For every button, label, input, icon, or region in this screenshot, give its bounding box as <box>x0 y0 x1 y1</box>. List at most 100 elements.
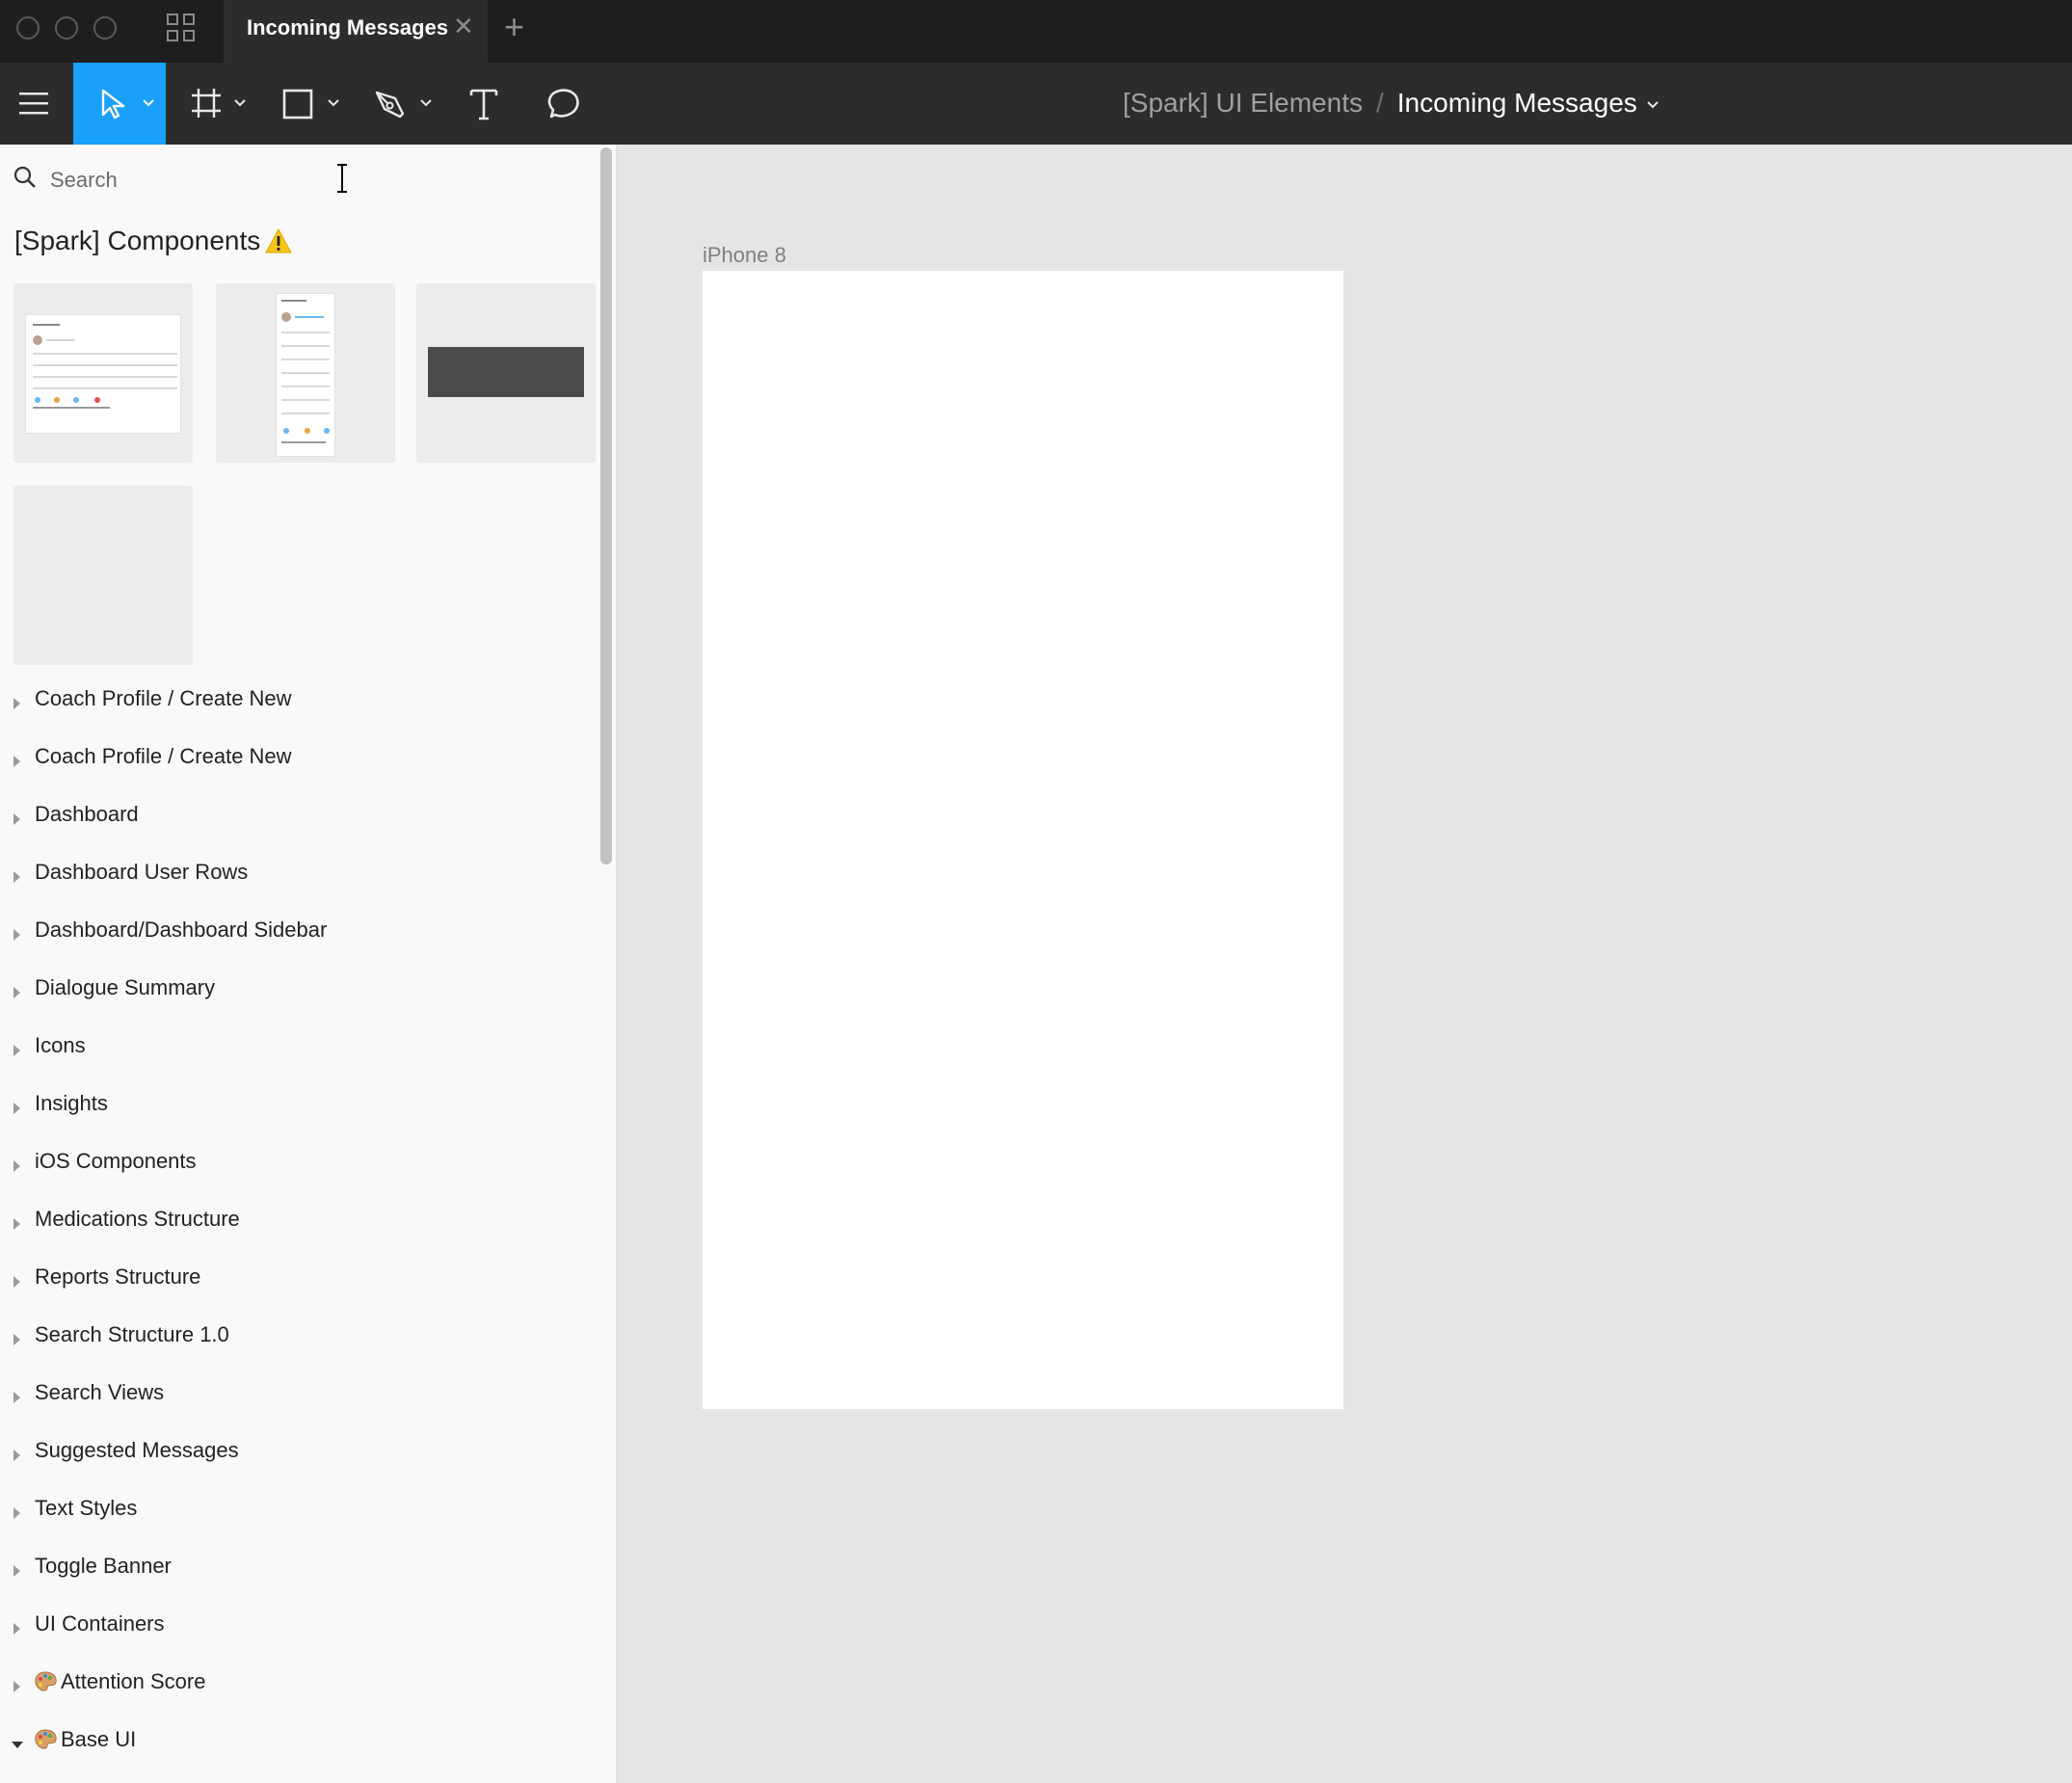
list-item-label: Insights <box>35 1091 108 1115</box>
list-item[interactable]: Coach Profile / Create New <box>0 742 598 800</box>
file-tab-label: Incoming Messages <box>247 15 449 40</box>
caret-right-icon[interactable] <box>13 871 20 883</box>
breadcrumb-file-name[interactable]: [Spark] UI Elements <box>1123 88 1363 118</box>
frame-icon <box>192 89 221 118</box>
caret-right-icon[interactable] <box>13 1507 20 1519</box>
minimize-window-button[interactable] <box>55 16 78 40</box>
main-menu-button[interactable] <box>0 63 67 145</box>
component-thumbnail[interactable] <box>416 283 596 463</box>
caret-right-icon[interactable] <box>13 1623 20 1635</box>
component-thumbnail[interactable] <box>13 486 193 665</box>
caret-right-icon[interactable] <box>13 1334 20 1345</box>
list-item-label: Medications Structure <box>35 1207 240 1231</box>
caret-right-icon[interactable] <box>13 1681 20 1692</box>
palette-icon <box>35 1729 57 1749</box>
close-window-button[interactable] <box>16 16 40 40</box>
list-item-label: Dashboard User Rows <box>35 860 249 884</box>
list-item-label: Search Structure 1.0 <box>35 1322 229 1346</box>
caret-right-icon[interactable] <box>13 813 20 825</box>
list-item-label: Icons <box>35 1033 86 1057</box>
caret-right-icon[interactable] <box>13 1218 20 1230</box>
list-item[interactable]: Text Styles <box>0 1494 598 1552</box>
list-item[interactable]: Attention Score <box>0 1667 598 1725</box>
chevron-down-icon <box>420 99 432 107</box>
caret-right-icon[interactable] <box>13 1276 20 1288</box>
warning-icon[interactable] <box>264 227 293 254</box>
toolbar: [Spark] UI Elements / Incoming Messages <box>0 63 2072 145</box>
list-item[interactable]: Dialogue Summary <box>0 973 598 1031</box>
list-item-label: Dashboard/Dashboard Sidebar <box>35 918 328 942</box>
list-item-label: iOS Components <box>35 1149 197 1173</box>
comment-icon <box>547 89 579 119</box>
comment-tool-button[interactable] <box>542 63 592 145</box>
text-tool-button[interactable] <box>466 63 517 145</box>
caret-right-icon[interactable] <box>13 1565 20 1577</box>
chevron-down-icon <box>143 99 154 107</box>
new-tab-button[interactable]: + <box>504 8 524 46</box>
list-item-label: Base UI <box>61 1727 137 1751</box>
list-item[interactable]: Suggested Messages <box>0 1436 598 1494</box>
maximize-window-button[interactable] <box>93 16 117 40</box>
cursor-arrow-icon <box>101 89 125 120</box>
list-item-label: Dialogue Summary <box>35 975 216 999</box>
list-item[interactable]: Dashboard <box>0 800 598 858</box>
list-item[interactable]: Icons <box>0 1031 598 1089</box>
chevron-down-icon <box>234 99 246 107</box>
frame-label[interactable]: iPhone 8 <box>703 243 786 268</box>
breadcrumb: [Spark] UI Elements / Incoming Messages <box>1123 88 1659 119</box>
list-item-label: Search Views <box>35 1380 165 1404</box>
list-item[interactable]: Coach Profile / Create New <box>0 684 598 742</box>
close-tab-icon[interactable]: ✕ <box>453 12 474 40</box>
caret-right-icon[interactable] <box>13 756 20 767</box>
list-item[interactable]: Medications Structure <box>0 1205 598 1263</box>
text-tool-icon <box>469 89 498 120</box>
frame-tool-button[interactable] <box>183 63 251 145</box>
list-item[interactable]: Search Views <box>0 1378 598 1436</box>
list-item[interactable]: Search Structure 1.0 <box>0 1320 598 1378</box>
rectangle-tool-button[interactable] <box>278 63 345 145</box>
caret-down-icon[interactable] <box>12 1742 23 1748</box>
library-title[interactable]: [Spark] Components <box>14 226 260 256</box>
caret-right-icon[interactable] <box>13 1160 20 1172</box>
caret-right-icon[interactable] <box>13 1103 20 1114</box>
file-tab-incoming-messages[interactable]: Incoming Messages ✕ <box>224 0 488 63</box>
list-item[interactable]: Toggle Banner <box>0 1552 598 1610</box>
list-item[interactable]: Insights <box>0 1089 598 1147</box>
list-item-label: Attention Score <box>61 1669 206 1693</box>
list-item-label: Suggested Messages <box>35 1438 239 1462</box>
list-item[interactable]: Reports Structure <box>0 1263 598 1320</box>
search-icon <box>13 166 36 188</box>
caret-right-icon[interactable] <box>13 1450 20 1461</box>
list-item-label: Dashboard <box>35 802 139 826</box>
list-item-label: UI Containers <box>35 1611 165 1636</box>
list-item[interactable]: Base UI <box>0 1725 598 1783</box>
list-item-label: Text Styles <box>35 1496 138 1520</box>
rectangle-icon <box>282 89 313 120</box>
text-cursor-icon <box>337 164 347 193</box>
list-item-label: Reports Structure <box>35 1264 201 1289</box>
component-thumbnail[interactable] <box>216 283 395 463</box>
list-item[interactable]: UI Containers <box>0 1610 598 1667</box>
caret-right-icon[interactable] <box>13 1392 20 1403</box>
file-browser-grid-icon[interactable] <box>167 13 196 42</box>
canvas[interactable]: iPhone 8 <box>618 145 2072 1783</box>
menu-icon <box>19 93 48 115</box>
caret-right-icon[interactable] <box>13 987 20 998</box>
component-thumbnail[interactable] <box>13 283 193 463</box>
move-tool-button[interactable] <box>73 63 166 145</box>
panel-scrollbar[interactable] <box>600 147 612 865</box>
caret-right-icon[interactable] <box>13 1045 20 1056</box>
chevron-down-icon <box>328 99 339 107</box>
pen-icon <box>375 91 405 119</box>
pen-tool-button[interactable] <box>372 63 439 145</box>
search-input[interactable] <box>50 164 532 197</box>
iphone-frame[interactable] <box>703 271 1343 1409</box>
list-item-label: Toggle Banner <box>35 1554 172 1578</box>
list-item[interactable]: iOS Components <box>0 1147 598 1205</box>
list-item[interactable]: Dashboard/Dashboard Sidebar <box>0 916 598 973</box>
caret-right-icon[interactable] <box>13 929 20 941</box>
chevron-down-icon[interactable] <box>1647 100 1659 109</box>
breadcrumb-page-name[interactable]: Incoming Messages <box>1397 88 1637 118</box>
list-item[interactable]: Dashboard User Rows <box>0 858 598 916</box>
caret-right-icon[interactable] <box>13 698 20 709</box>
